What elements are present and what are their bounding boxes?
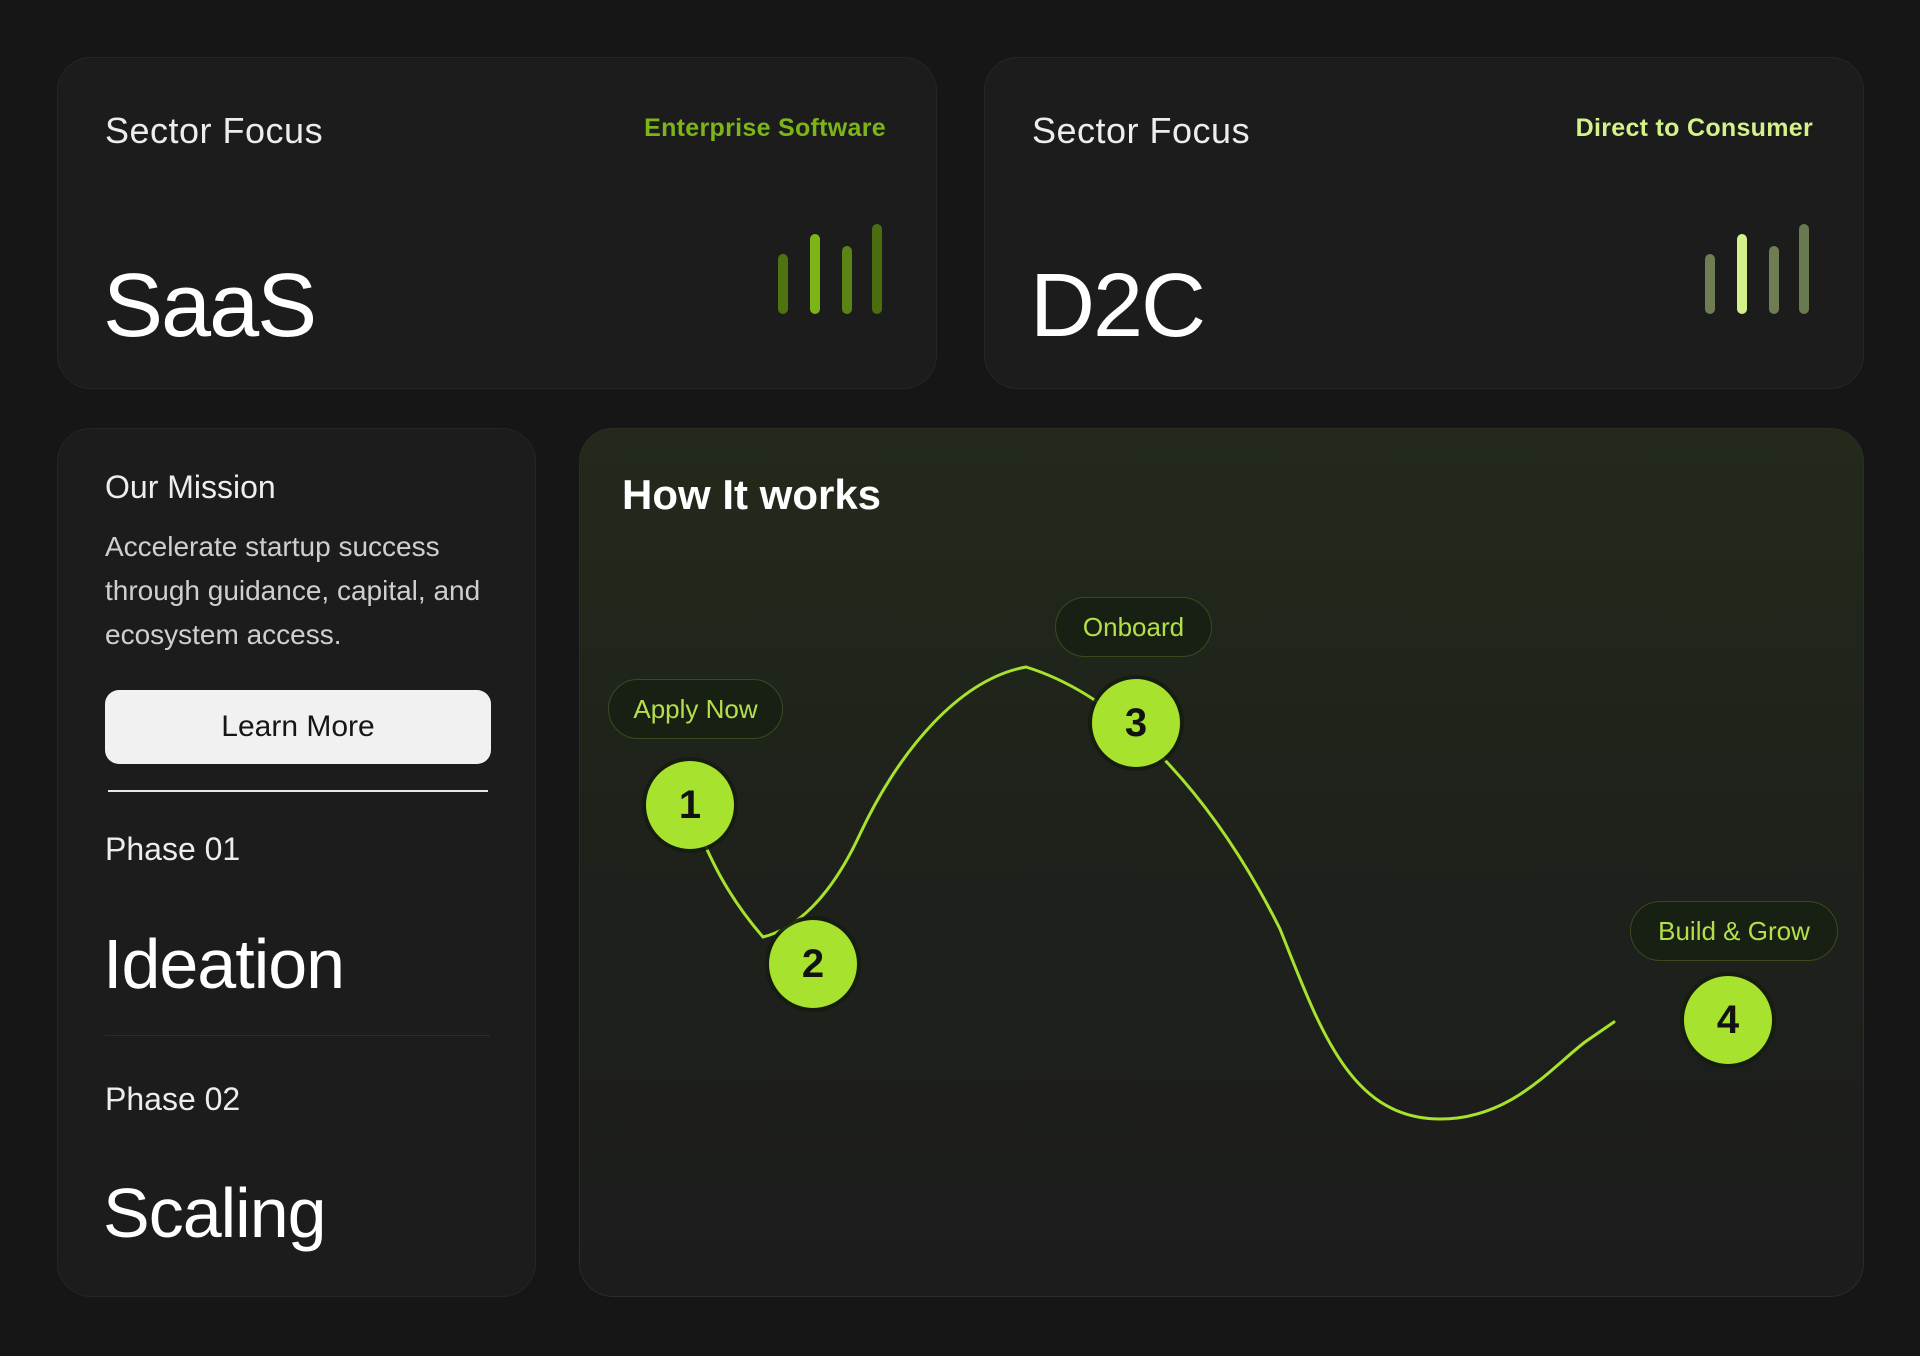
signal-bar: [872, 224, 882, 314]
sector-card-d2c: Sector Focus Direct to Consumer D2C: [984, 57, 1864, 389]
step-node-3: 3: [1092, 679, 1180, 767]
phase-label: Phase 01: [105, 831, 241, 867]
signal-bar: [778, 254, 788, 314]
sector-card-saas: Sector Focus Enterprise Software SaaS: [57, 57, 937, 389]
signal-bar: [1799, 224, 1809, 314]
phase-name: Scaling: [103, 1174, 327, 1252]
mission-title: Our Mission: [105, 469, 276, 505]
signal-bar: [842, 246, 852, 314]
divider: [108, 790, 488, 792]
step-label-onboard: Onboard: [1055, 597, 1212, 657]
step-label-build-grow: Build & Grow: [1630, 901, 1838, 961]
sector-label: Sector Focus: [1032, 110, 1251, 151]
phase-name: Ideation: [103, 925, 345, 1003]
step-node-2: 2: [769, 920, 857, 1008]
learn-more-button[interactable]: Learn More: [105, 690, 491, 764]
sector-name: D2C: [1030, 256, 1206, 356]
signal-bar: [1737, 234, 1747, 314]
step-node-1: 1: [646, 761, 734, 849]
signal-bar: [1769, 246, 1779, 314]
signal-bars-icon: [1701, 224, 1813, 314]
signal-bar: [1705, 254, 1715, 314]
step-node-4: 4: [1684, 976, 1772, 1064]
mission-card: Our Mission Accelerate startup success t…: [57, 428, 536, 1297]
signal-bars-icon: [774, 224, 886, 314]
step-label-apply-now: Apply Now: [608, 679, 783, 739]
sector-tag: Enterprise Software: [644, 114, 886, 142]
phase-label: Phase 02: [105, 1081, 241, 1117]
mission-text: Accelerate startup success through guida…: [105, 531, 481, 650]
divider: [105, 1035, 490, 1036]
sector-name: SaaS: [103, 256, 317, 356]
how-it-works-card: How It works Apply Now Onboard Build & G…: [579, 428, 1864, 1297]
signal-bar: [810, 234, 820, 314]
sector-tag: Direct to Consumer: [1575, 114, 1813, 142]
process-curve: [688, 665, 1616, 1121]
sector-label: Sector Focus: [105, 110, 324, 151]
